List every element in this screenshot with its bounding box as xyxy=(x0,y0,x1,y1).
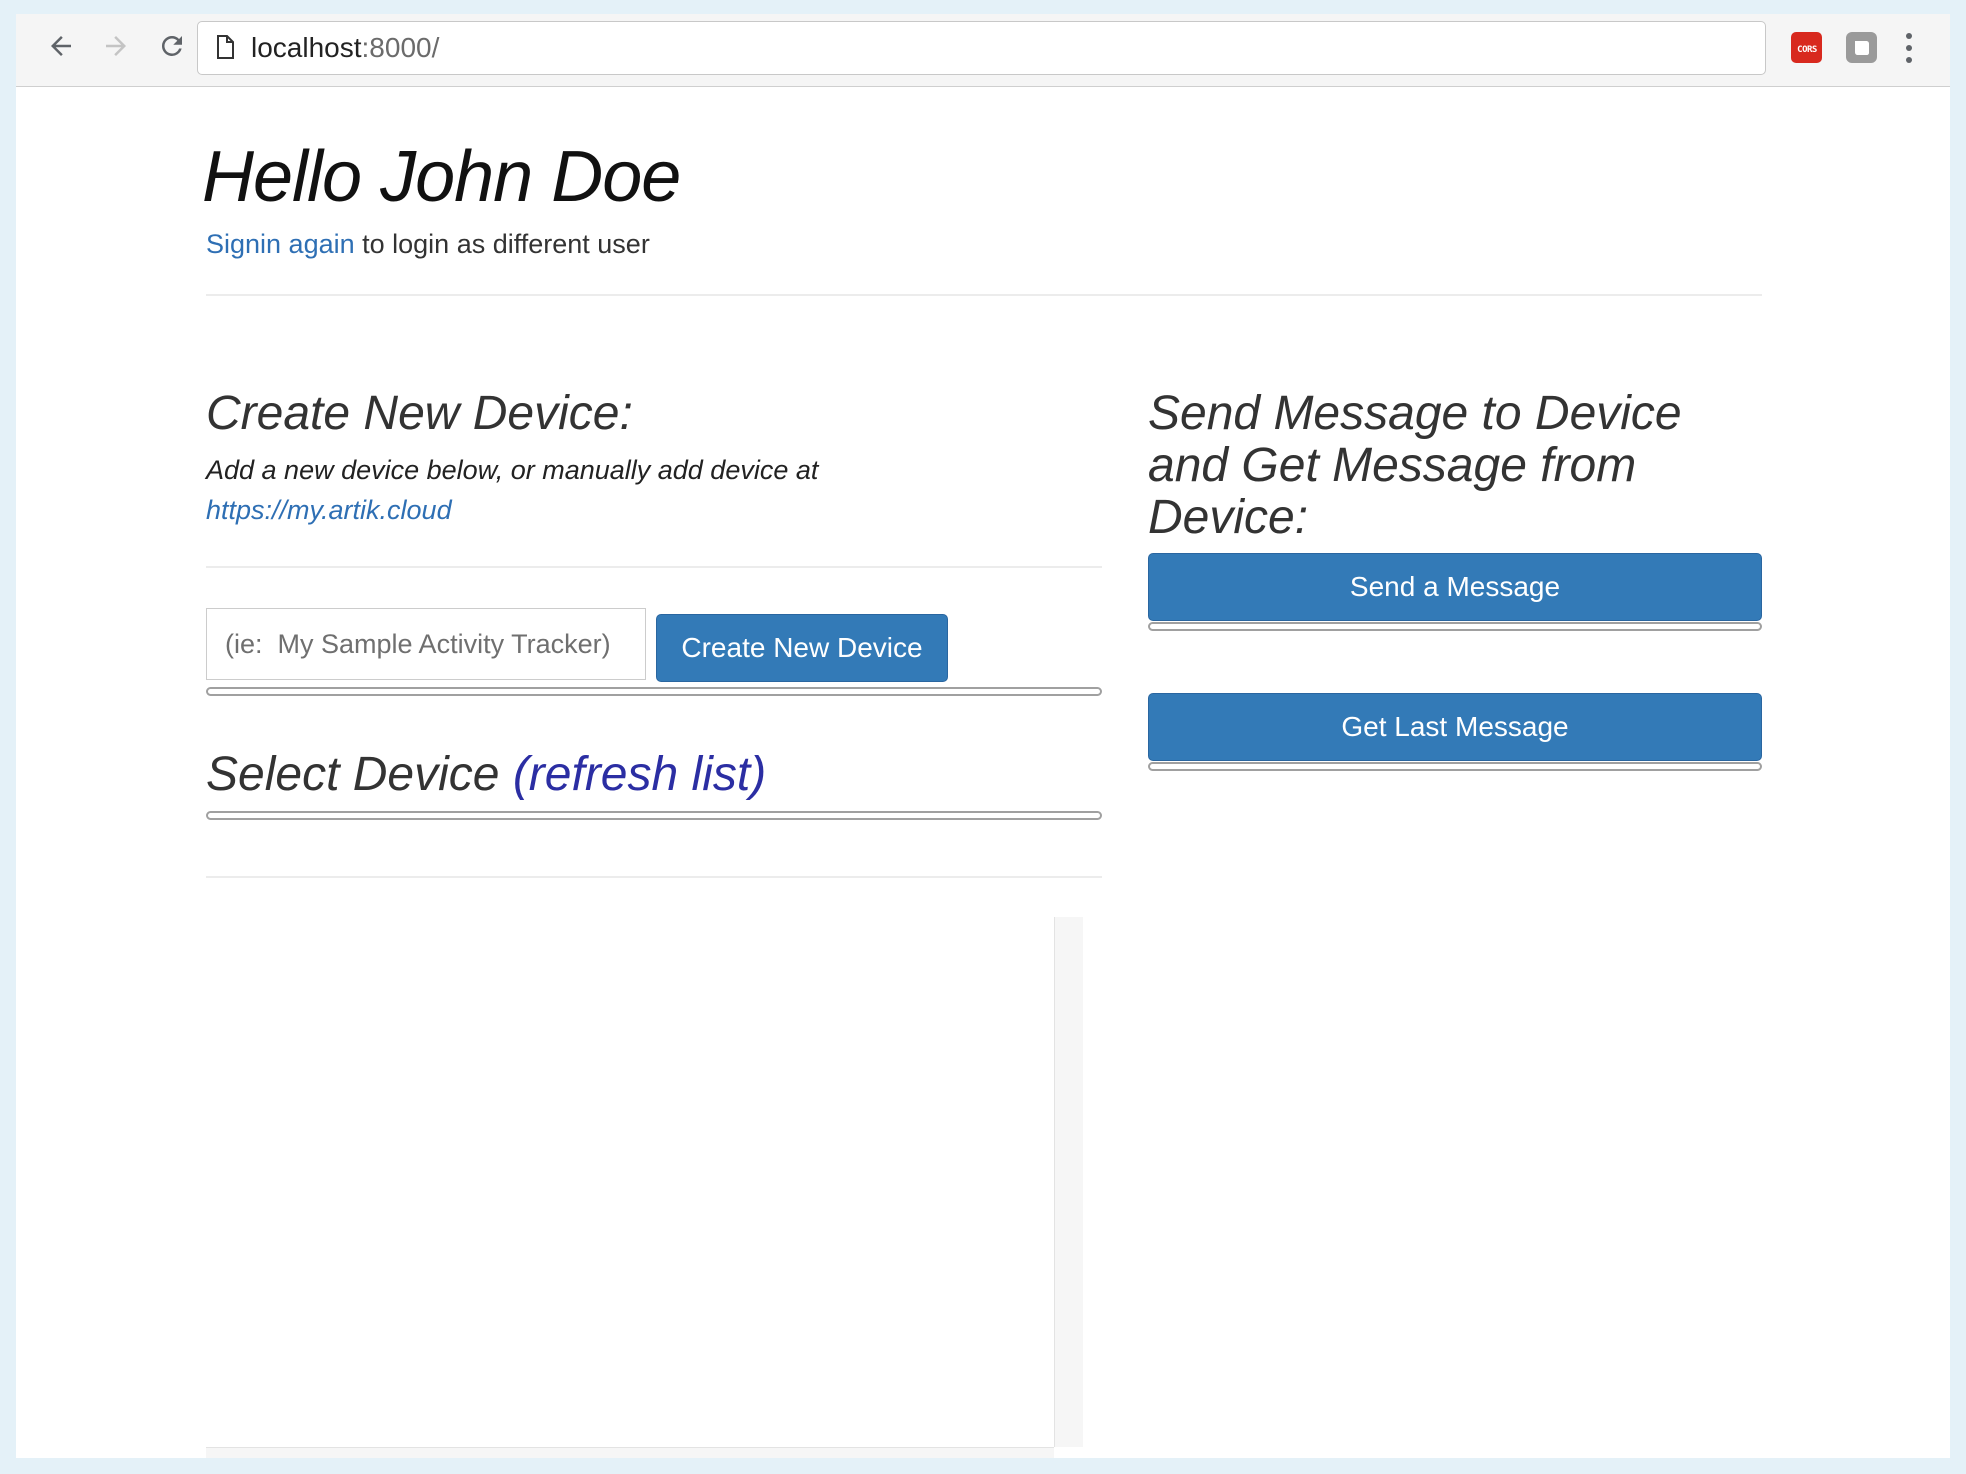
create-device-description: Add a new device below, or manually add … xyxy=(206,455,819,525)
device-list[interactable] xyxy=(206,917,1102,1458)
create-device-title: Create New Device: xyxy=(206,387,633,440)
send-message-progress xyxy=(1148,622,1762,631)
page-content: Hello John Doe Signin again to login as … xyxy=(16,87,1950,1458)
menu-icon[interactable] xyxy=(1904,30,1914,66)
svg-text:CORS: CORS xyxy=(1797,45,1817,54)
divider xyxy=(206,566,1102,568)
device-name-input[interactable] xyxy=(206,608,646,680)
signin-again-link[interactable]: Signin again xyxy=(206,229,355,259)
browser-window: localhost:8000/ CORS Hello John Doe Sign… xyxy=(16,14,1950,1458)
signin-line: Signin again to login as different user xyxy=(206,229,650,260)
horizontal-scrollbar[interactable] xyxy=(206,1447,1054,1458)
messages-title: Send Message to Device and Get Message f… xyxy=(1148,387,1682,544)
page-icon xyxy=(216,35,234,64)
send-message-button[interactable]: Send a Message xyxy=(1148,553,1762,621)
select-device-progress xyxy=(206,811,1102,820)
back-icon[interactable] xyxy=(41,26,81,66)
url-text: localhost:8000/ xyxy=(251,32,440,63)
address-bar[interactable]: localhost:8000/ xyxy=(197,21,1766,75)
create-device-button[interactable]: Create New Device xyxy=(656,614,948,682)
select-device-title: Select Device (refresh list) xyxy=(206,748,767,801)
greeting-heading: Hello John Doe xyxy=(202,137,681,217)
get-message-progress xyxy=(1148,762,1762,771)
refresh-list-link[interactable]: (refresh list) xyxy=(513,748,766,801)
get-last-message-button[interactable]: Get Last Message xyxy=(1148,693,1762,761)
reload-icon[interactable] xyxy=(152,26,192,66)
artik-cloud-link[interactable]: https://my.artik.cloud xyxy=(206,495,452,525)
cors-extension-icon[interactable]: CORS xyxy=(1791,32,1822,63)
extension-icon[interactable] xyxy=(1846,32,1877,63)
vertical-scrollbar[interactable] xyxy=(1054,917,1083,1447)
create-device-progress xyxy=(206,687,1102,696)
browser-toolbar: localhost:8000/ CORS xyxy=(16,14,1950,87)
divider xyxy=(206,876,1102,878)
forward-icon[interactable] xyxy=(96,26,136,66)
divider xyxy=(206,294,1762,296)
signin-suffix: to login as different user xyxy=(354,229,650,259)
